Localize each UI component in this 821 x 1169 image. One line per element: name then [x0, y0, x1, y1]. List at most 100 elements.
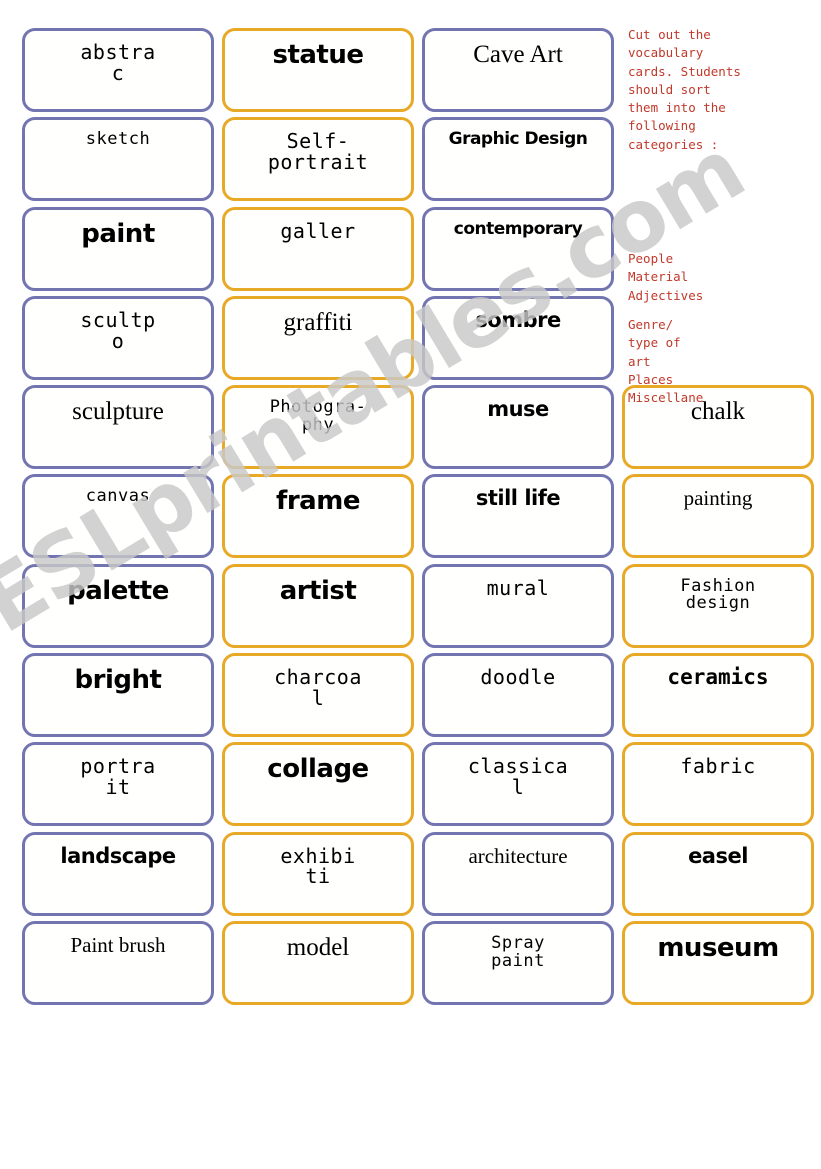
vocabulary-card[interactable]: sombre [422, 295, 614, 380]
card-slot: abstra c [22, 28, 222, 117]
vocabulary-card[interactable]: Photogra-phy [222, 385, 414, 470]
vocabulary-card[interactable]: model [222, 920, 414, 1005]
card-slot: easel [622, 831, 821, 921]
vocabulary-card-label: paint [81, 218, 155, 249]
vocabulary-card[interactable]: architecture [422, 831, 614, 916]
vocabulary-card-label: mural [486, 575, 550, 600]
vocabulary-card-label: classica l [467, 754, 569, 800]
vocabulary-card[interactable]: Fashion design [622, 563, 814, 648]
vocabulary-card[interactable]: canvas [22, 474, 214, 559]
vocabulary-card[interactable]: fabric [622, 742, 814, 827]
vocabulary-card[interactable]: graffiti [222, 295, 414, 380]
card-slot: Spray paint [422, 920, 622, 1010]
vocabulary-card-label: Fashion design [680, 575, 756, 614]
vocabulary-card-label: Graphic Design [448, 129, 588, 150]
card-slot: exhibi ti [222, 831, 422, 921]
vocabulary-card[interactable]: portra it [22, 742, 214, 827]
vocabulary-card[interactable]: artist [222, 563, 414, 648]
vocabulary-card[interactable]: charcoa l [222, 653, 414, 738]
vocabulary-card-label: architecture [468, 843, 568, 868]
vocabulary-card-label: Self-portrait [267, 129, 369, 175]
card-slot: painting [622, 474, 821, 563]
vocabulary-card[interactable]: frame [222, 474, 414, 559]
card-slot: charcoa l [222, 653, 422, 742]
card-slot: Photogra-phy [222, 385, 422, 474]
vocabulary-card[interactable]: painting [622, 474, 814, 559]
vocabulary-card-label: graffiti [283, 308, 353, 336]
vocabulary-card-label: charcoa l [274, 665, 362, 710]
vocabulary-card[interactable]: doodle [422, 653, 614, 738]
vocabulary-card[interactable]: still life [422, 474, 614, 559]
vocabulary-card-label: artist [279, 575, 357, 606]
vocabulary-card[interactable]: palette [22, 563, 214, 648]
vocabulary-card[interactable]: sculpture [22, 385, 214, 470]
vocabulary-card[interactable]: contemporary [422, 206, 614, 291]
vocabulary-card[interactable]: abstra c [22, 28, 214, 112]
card-slot: muse [422, 385, 622, 474]
vocabulary-card-label: contemporary [453, 218, 583, 239]
vocabulary-card[interactable]: statue [222, 28, 414, 112]
vocabulary-card[interactable]: Self-portrait [222, 117, 414, 202]
vocabulary-card[interactable]: classica l [422, 742, 614, 827]
vocabulary-card[interactable]: landscape [22, 831, 214, 916]
card-slot: museum [622, 920, 821, 1010]
vocabulary-card[interactable]: Paint brush [22, 920, 214, 1005]
card-slot: contemporary [422, 206, 622, 296]
vocabulary-card[interactable]: easel [622, 831, 814, 916]
vocabulary-card-label: scultp o [80, 307, 156, 353]
vocabulary-card[interactable]: paint [22, 206, 214, 291]
card-row: bright charcoa l doodle ceramics [22, 653, 821, 742]
vocabulary-card-label: fabric [680, 754, 756, 779]
vocabulary-card[interactable]: galler [222, 206, 414, 291]
card-slot: still life [422, 474, 622, 563]
card-slot: fabric [622, 742, 821, 831]
vocabulary-card[interactable]: Spray paint [422, 920, 614, 1005]
vocabulary-card-label: sombre [475, 307, 561, 332]
card-slot: bright [22, 653, 222, 742]
vocabulary-card-label: muse [487, 397, 549, 422]
card-slot: ceramics [622, 653, 821, 742]
vocabulary-card[interactable]: Graphic Design [422, 117, 614, 202]
card-slot: classica l [422, 742, 622, 831]
vocabulary-card-label: doodle [480, 665, 556, 690]
vocabulary-card[interactable]: exhibi ti [222, 831, 414, 916]
instructions-note: Cut out the vocabulary cards. Students s… [628, 27, 741, 152]
categories-note-2: Genre/ type of art Places Miscellane [628, 317, 704, 405]
card-row: canvas frame still life painting [22, 474, 821, 563]
card-slot: canvas [22, 474, 222, 563]
vocabulary-card[interactable]: ceramics [622, 653, 814, 738]
card-slot: Fashion design [622, 563, 821, 653]
card-slot: mural [422, 563, 622, 653]
vocabulary-card[interactable]: collage [222, 742, 414, 827]
vocabulary-card-label: ceramics [667, 665, 769, 690]
card-slot: sombre [422, 295, 622, 385]
vocabulary-card-label: painting [683, 486, 753, 511]
card-slot: Graphic Design [422, 117, 622, 206]
vocabulary-card-label: exhibi ti [280, 843, 356, 889]
vocabulary-card-label: palette [67, 575, 169, 606]
vocabulary-card-label: landscape [60, 843, 176, 868]
vocabulary-card-label: museum [657, 932, 779, 963]
vocabulary-card-grid: abstra c statue Cave Art sketch Self-portrait… [22, 28, 821, 1010]
vocabulary-card[interactable]: muse [422, 385, 614, 470]
vocabulary-card[interactable]: mural [422, 563, 614, 648]
vocabulary-card[interactable]: sketch [22, 117, 214, 202]
card-row: portra it collage classica l fabric [22, 742, 821, 831]
card-slot: landscape [22, 831, 222, 921]
vocabulary-card-label: Spray paint [491, 932, 545, 971]
categories-note-1: People Material Adjectives [628, 251, 704, 303]
card-slot: graffiti [222, 295, 422, 385]
vocabulary-card-label: abstra c [80, 40, 156, 85]
vocabulary-card[interactable]: museum [622, 920, 814, 1005]
vocabulary-card[interactable]: bright [22, 653, 214, 738]
vocabulary-card-label: canvas [85, 486, 151, 507]
vocabulary-card-label: model [286, 933, 350, 961]
vocabulary-card-label: bright [74, 665, 162, 696]
vocabulary-card-label: easel [688, 843, 748, 868]
vocabulary-card-label: sketch [85, 129, 151, 150]
card-slot: Paint brush [22, 920, 222, 1010]
vocabulary-card[interactable]: Cave Art [422, 28, 614, 112]
vocabulary-card[interactable]: scultp o [22, 295, 214, 380]
card-slot: portra it [22, 742, 222, 831]
card-slot: statue [222, 28, 422, 117]
